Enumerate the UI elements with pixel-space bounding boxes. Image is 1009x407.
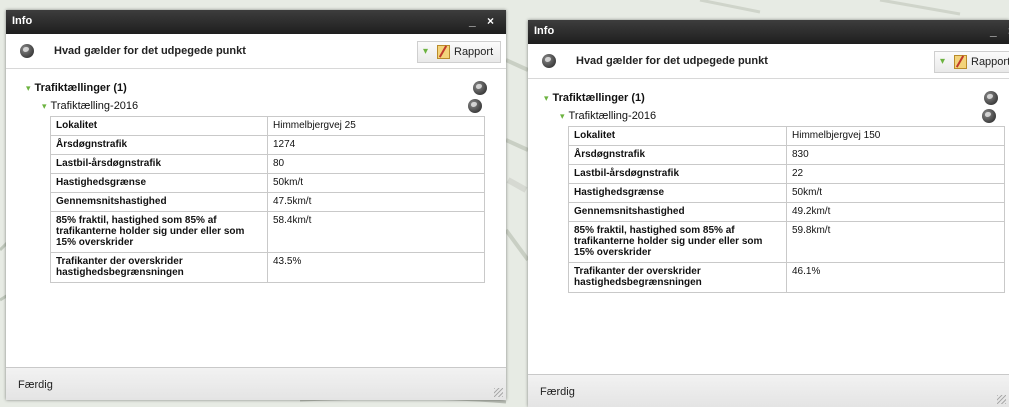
table-row: Årsdøgnstrafik 1274 [50, 135, 485, 155]
info-header: Hvad gælder for det udpegede punkt ▾ Rap… [6, 34, 506, 69]
tree-group-label: Trafiktællinger (1) [34, 82, 127, 94]
report-button-label: Rapport [971, 56, 1009, 68]
tree-group-trafiktaellinger[interactable]: ▾ Trafiktællinger (1) [544, 92, 645, 104]
expand-arrow-icon[interactable]: ▾ [42, 101, 47, 111]
header-title: Hvad gælder for det udpegede punkt [54, 45, 246, 57]
property-key: Lastbil-årsdøgnstrafik [50, 154, 268, 174]
property-key: Hastighedsgrænse [50, 173, 268, 193]
property-key: Årsdøgnstrafik [50, 135, 268, 155]
table-row: Trafikanter der overskrider hastighedsbe… [50, 252, 485, 283]
tree-subgroup-label: Trafiktælling-2016 [568, 110, 657, 122]
resize-grip-icon[interactable] [494, 388, 503, 397]
resize-grip-icon[interactable] [997, 395, 1006, 404]
globe-icon[interactable] [982, 109, 996, 123]
property-key: Gennemsnitshastighed [50, 192, 268, 212]
table-row: Gennemsnitshastighed 47.5km/t [50, 192, 485, 212]
properties-table-body: Lokalitet Himmelbjergvej 150 Årsdøgnstrafi… [568, 126, 1005, 293]
property-value: 1274 [267, 135, 485, 155]
window-title: Info [534, 25, 555, 37]
property-value: 58.4km/t [267, 211, 485, 253]
tree-subgroup-label: Trafiktælling-2016 [50, 100, 139, 112]
report-pencil-icon [954, 55, 967, 69]
property-value: Himmelbjergvej 25 [267, 116, 485, 136]
expand-arrow-icon[interactable]: ▾ [560, 111, 565, 121]
status-text: Færdig [540, 386, 575, 398]
window-content: Hvad gælder for det udpegede punkt ▾ Rap… [528, 44, 1009, 375]
property-value: 22 [786, 164, 1005, 184]
table-row: Trafikanter der overskrider hastighedsbe… [568, 262, 1005, 293]
table-row: 85% fraktil, hastighed som 85% af trafik… [568, 221, 1005, 263]
property-value: 830 [786, 145, 1005, 165]
globe-icon[interactable] [984, 91, 998, 105]
window-controls[interactable]: _ × [469, 14, 498, 28]
expand-arrow-icon[interactable]: ▾ [544, 93, 549, 103]
table-row: Årsdøgnstrafik 830 [568, 145, 1005, 165]
info-window-right: Info _ × Hvad gælder for det udpegede pu… [528, 20, 1009, 407]
window-controls[interactable]: _ × [990, 24, 1009, 38]
tree-subgroup-trafiktaelling-2016[interactable]: ▾ Trafiktælling-2016 [560, 110, 656, 122]
property-key: Lokalitet [568, 126, 787, 146]
report-button-label: Rapport [454, 46, 494, 58]
property-value: 43.5% [267, 252, 485, 283]
property-value: Himmelbjergvej 150 [786, 126, 1005, 146]
window-titlebar[interactable]: Info _ × [6, 10, 506, 34]
report-button[interactable]: ▾ Rapport [417, 41, 501, 63]
table-row: Gennemsnitshastighed 49.2km/t [568, 202, 1005, 222]
table-row: Lokalitet Himmelbjergvej 150 [568, 126, 1005, 146]
property-value: 49.2km/t [786, 202, 1005, 222]
expand-arrow-icon[interactable]: ▾ [26, 83, 31, 93]
property-key: Lastbil-årsdøgnstrafik [568, 164, 787, 184]
table-row: Lokalitet Himmelbjergvej 25 [50, 116, 485, 136]
info-header: Hvad gælder for det udpegede punkt ▾ Rap… [528, 44, 1009, 79]
table-row: Lastbil-årsdøgnstrafik 80 [50, 154, 485, 174]
property-value: 47.5km/t [267, 192, 485, 212]
properties-table-body: Lokalitet Himmelbjergvej 25 Årsdøgnstrafik… [50, 116, 485, 283]
tree-group-label: Trafiktællinger (1) [552, 92, 645, 104]
table-row: Lastbil-årsdøgnstrafik 22 [568, 164, 1005, 184]
property-key: Trafikanter der overskrider hastighedsbe… [568, 262, 787, 293]
globe-icon[interactable] [542, 54, 556, 68]
property-key: Gennemsnitshastighed [568, 202, 787, 222]
property-key: Lokalitet [50, 116, 268, 136]
property-key: 85% fraktil, hastighed som 85% af trafik… [568, 221, 787, 263]
window-titlebar[interactable]: Info _ × [528, 20, 1009, 44]
property-key: Årsdøgnstrafik [568, 145, 787, 165]
table-row: 85% fraktil, hastighed som 85% af trafik… [50, 211, 485, 253]
window-content: Hvad gælder for det udpegede punkt ▾ Rap… [6, 34, 506, 368]
properties-table: Lokalitet Himmelbjergvej 25 Årsdøgnstrafik… [50, 116, 485, 283]
status-text: Færdig [18, 379, 53, 391]
property-key: Hastighedsgrænse [568, 183, 787, 203]
status-bar: Færdig [6, 368, 506, 400]
property-key: Trafikanter der overskrider hastighedsbe… [50, 252, 268, 283]
window-title: Info [12, 15, 33, 27]
property-value: 50km/t [267, 173, 485, 193]
property-value: 50km/t [786, 183, 1005, 203]
report-pencil-icon [437, 45, 450, 59]
status-bar: Færdig [528, 375, 1009, 407]
globe-icon[interactable] [473, 81, 487, 95]
property-value: 46.1% [786, 262, 1005, 293]
expand-arrow-icon: ▾ [940, 56, 946, 67]
report-button[interactable]: ▾ Rapport [934, 51, 1009, 73]
tree-group-trafiktaellinger[interactable]: ▾ Trafiktællinger (1) [26, 82, 127, 94]
property-key: 85% fraktil, hastighed som 85% af trafik… [50, 211, 268, 253]
properties-table: Lokalitet Himmelbjergvej 150 Årsdøgnstrafi… [568, 126, 1005, 293]
info-window-left: Info _ × Hvad gælder for det udpegede pu… [6, 10, 506, 400]
property-value: 59.8km/t [786, 221, 1005, 263]
header-title: Hvad gælder for det udpegede punkt [576, 55, 768, 67]
expand-arrow-icon: ▾ [423, 46, 429, 57]
table-row: Hastighedsgrænse 50km/t [50, 173, 485, 193]
globe-icon[interactable] [20, 44, 34, 58]
tree-subgroup-trafiktaelling-2016[interactable]: ▾ Trafiktælling-2016 [42, 100, 138, 112]
table-row: Hastighedsgrænse 50km/t [568, 183, 1005, 203]
property-value: 80 [267, 154, 485, 174]
globe-icon[interactable] [468, 99, 482, 113]
